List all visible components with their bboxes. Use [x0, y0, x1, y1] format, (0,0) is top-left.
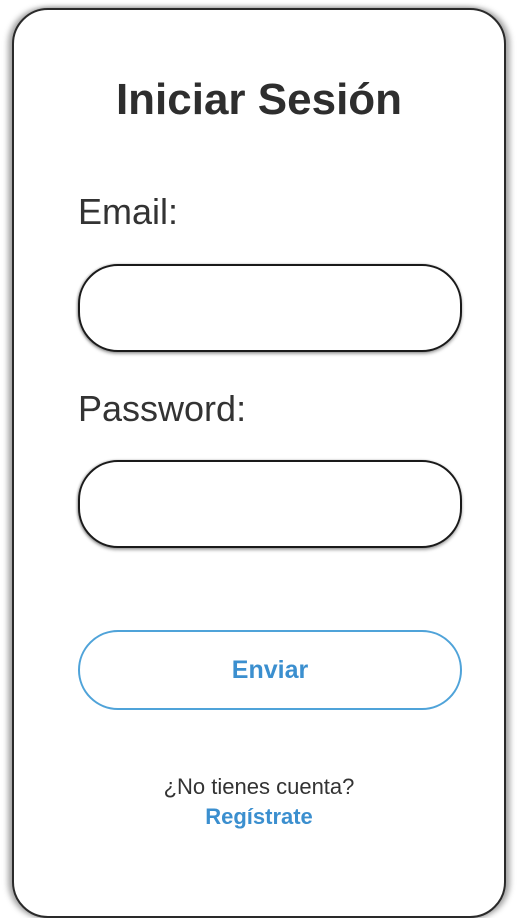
- password-field[interactable]: [78, 460, 462, 548]
- password-label: Password:: [78, 388, 247, 429]
- register-link[interactable]: Regístrate: [0, 802, 518, 832]
- register-prompt: ¿No tienes cuenta? Regístrate: [0, 772, 518, 832]
- email-label: Email:: [78, 191, 179, 232]
- page-title: Iniciar Sesión: [115, 75, 403, 124]
- email-field[interactable]: [78, 264, 462, 352]
- submit-button[interactable]: Enviar: [78, 630, 462, 710]
- register-prompt-text: ¿No tienes cuenta?: [163, 774, 355, 799]
